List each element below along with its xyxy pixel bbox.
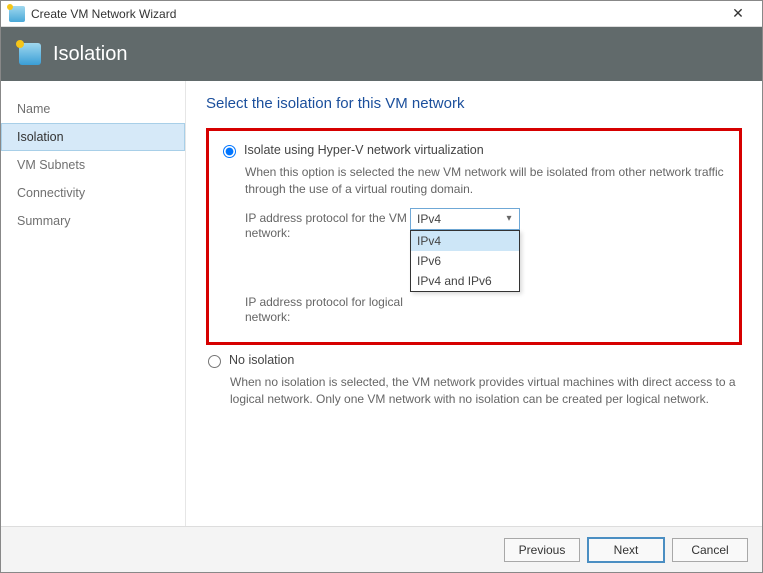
dropdown-option-ipv4[interactable]: IPv4 (411, 231, 519, 251)
step-connectivity[interactable]: Connectivity (1, 179, 185, 207)
vm-protocol-dropdown: IPv4 IPv6 IPv4 and IPv6 (410, 230, 520, 292)
next-button[interactable]: Next (588, 538, 664, 562)
wizard-icon (19, 43, 41, 65)
no-isolation-description: When no isolation is selected, the VM ne… (230, 374, 742, 408)
logical-protocol-label: IP address protocol for logical network: (245, 292, 410, 326)
wizard-banner: Isolation (1, 27, 762, 81)
radio-no-isolation[interactable] (208, 355, 221, 368)
wizard-steps: Name Isolation VM Subnets Connectivity S… (1, 81, 186, 526)
isolate-description: When this option is selected the new VM … (245, 164, 727, 198)
isolate-fields: IP address protocol for the VM network: … (245, 208, 727, 326)
option-none-row: No isolation (206, 353, 742, 368)
step-name[interactable]: Name (1, 95, 185, 123)
vm-protocol-combo[interactable]: IPv4 ▾ (410, 208, 520, 230)
radio-no-isolation-label: No isolation (229, 353, 294, 367)
close-icon[interactable]: ✕ (722, 5, 754, 22)
highlight-box: Isolate using Hyper-V network virtualiza… (206, 128, 742, 345)
step-summary[interactable]: Summary (1, 207, 185, 235)
cancel-button[interactable]: Cancel (672, 538, 748, 562)
wizard-banner-title: Isolation (53, 43, 128, 66)
content-pane: Select the isolation for this VM network… (186, 81, 762, 526)
window-title: Create VM Network Wizard (31, 7, 722, 21)
previous-button[interactable]: Previous (504, 538, 580, 562)
step-vm-subnets[interactable]: VM Subnets (1, 151, 185, 179)
radio-isolate[interactable] (223, 145, 236, 158)
footer: Previous Next Cancel (1, 526, 762, 572)
option-isolate-row: Isolate using Hyper-V network virtualiza… (221, 143, 727, 158)
vm-protocol-value: IPv4 (417, 212, 441, 226)
chevron-down-icon: ▾ (503, 213, 515, 225)
page-heading: Select the isolation for this VM network (206, 95, 742, 112)
titlebar: Create VM Network Wizard ✕ (1, 1, 762, 27)
dropdown-option-ipv4-ipv6[interactable]: IPv4 and IPv6 (411, 271, 519, 291)
step-isolation[interactable]: Isolation (1, 123, 185, 151)
radio-isolate-label: Isolate using Hyper-V network virtualiza… (244, 143, 484, 157)
option-none-section: No isolation When no isolation is select… (206, 353, 742, 408)
logical-protocol-row: IP address protocol for logical network: (245, 292, 727, 326)
app-icon (9, 6, 25, 22)
vm-protocol-label: IP address protocol for the VM network: (245, 208, 410, 242)
dropdown-option-ipv6[interactable]: IPv6 (411, 251, 519, 271)
main-area: Name Isolation VM Subnets Connectivity S… (1, 81, 762, 526)
